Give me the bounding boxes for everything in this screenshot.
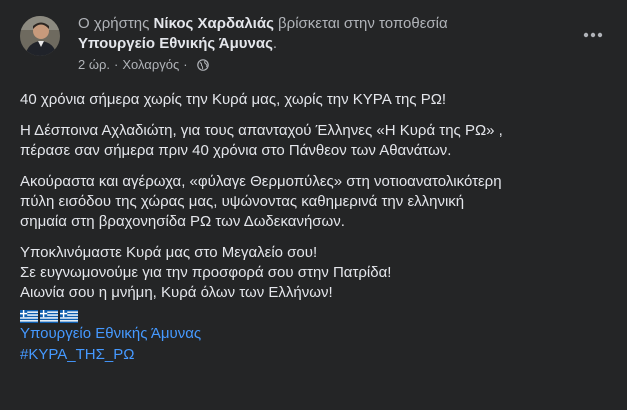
post-paragraph: Η Δέσποινα Αχλαδιώτη, για τους απανταχού… xyxy=(20,121,610,161)
post-text-line: Αιωνία σου η μνήμη, Κυρά όλων των Ελλήνω… xyxy=(20,284,333,301)
post-header: Ο χρήστης Νίκος Χαρδαλιάς βρίσκεται στην… xyxy=(16,12,611,82)
post-text-line: Η Δέσποινα Αχλαδιώτη, για τους απανταχού… xyxy=(20,122,503,139)
greek-flag-icon xyxy=(60,309,78,323)
author-name-link[interactable]: Νίκος Χαρδαλιάς xyxy=(154,15,274,32)
post-text-line: 40 χρόνια σήμερα χωρίς την Κυρά μας, χωρ… xyxy=(20,91,447,108)
greek-flag-icon xyxy=(20,309,38,323)
post-text-line: Σε ευγνωμονούμε για την προσφορά σου στη… xyxy=(20,264,392,281)
post-title-line: Ο χρήστης Νίκος Χαρδαλιάς βρίσκεται στην… xyxy=(78,14,558,54)
post-text-line: Υποκλινόμαστε Κυρά μας στο Μεγαλείο σου! xyxy=(20,244,318,261)
post-paragraph: Ακούραστα και αγέρωχα, «φύλαγε Θερμοπύλε… xyxy=(20,172,610,232)
location-page-link[interactable]: Υπουργείο Εθνικής Άμυνας xyxy=(78,35,273,52)
post-paragraph: Υποκλινόμαστε Κυρά μας στο Μεγαλείο σου!… xyxy=(20,243,610,303)
facebook-post: Ο χρήστης Νίκος Χαρδαλιάς βρίσκεται στην… xyxy=(0,0,627,410)
post-timestamp[interactable]: 2 ώρ. xyxy=(78,57,110,73)
post-text-line: πύλη εισόδου της χώρας μας, υψώνοντας κα… xyxy=(20,193,465,210)
page-mention-link[interactable]: Υπουργείο Εθνικής Άμυνας xyxy=(20,323,610,344)
separator: · xyxy=(183,57,188,72)
title-prefix: Ο χρήστης xyxy=(78,15,154,32)
flag-emoji-row xyxy=(20,307,610,323)
title-mid: βρίσκεται στην τοποθεσία xyxy=(273,15,448,32)
post-text-line: Ακούραστα και αγέρωχα, «φύλαγε Θερμοπύλε… xyxy=(20,173,502,190)
post-text-line: σημαία στη βραχονησίδα ΡΩ των Δωδεκανήσω… xyxy=(20,213,345,230)
post-paragraph: 40 χρόνια σήμερα χωρίς την Κυρά μας, χωρ… xyxy=(20,90,610,110)
more-options-button[interactable] xyxy=(575,16,611,52)
more-horizontal-icon xyxy=(583,25,603,43)
post-location[interactable]: Χολαργός xyxy=(122,57,179,73)
title-suffix: . xyxy=(272,35,278,52)
avatar[interactable] xyxy=(20,16,60,56)
hashtag-link[interactable]: #ΚΥΡΑ_ΤΗΣ_ΡΩ xyxy=(20,344,610,365)
post-body: 40 χρόνια σήμερα χωρίς την Κυρά μας, χωρ… xyxy=(20,90,610,365)
post-text-line: πέρασε σαν σήμερα πριν 40 χρόνια στο Πάν… xyxy=(20,142,452,159)
post-subline: 2 ώρ. · Χολαργός · xyxy=(78,57,558,73)
separator: · xyxy=(114,57,119,72)
post-meta: Ο χρήστης Νίκος Χαρδαλιάς βρίσκεται στην… xyxy=(78,14,558,73)
globe-icon[interactable] xyxy=(196,59,209,71)
greek-flag-icon xyxy=(40,309,58,323)
